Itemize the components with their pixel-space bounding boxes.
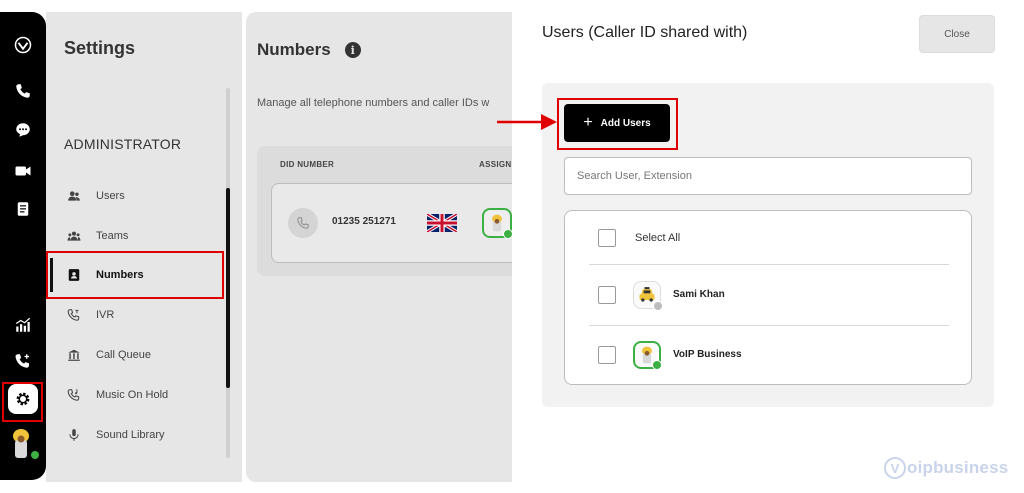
numbers-panel: Numbers i Manage all telephone numbers a… (246, 12, 512, 482)
sidebar-item-call-queue[interactable]: Call Queue (66, 344, 151, 366)
select-all-label: Select All (635, 232, 681, 244)
settings-title: Settings (64, 38, 136, 58)
assignee-avatar[interactable] (482, 208, 512, 239)
teams-icon (66, 228, 82, 244)
did-number: 01235 251271 (332, 216, 396, 227)
app-logo-icon[interactable] (12, 34, 34, 56)
chat-icon[interactable] (12, 119, 34, 141)
numbers-table: DID NUMBER ASSIGN 01235 251271 (257, 146, 512, 276)
select-all-row[interactable]: Select All (565, 211, 973, 267)
list-item[interactable]: VoIP Business (565, 328, 973, 384)
online-status-dot (503, 229, 512, 239)
active-indicator (50, 258, 53, 292)
select-all-checkbox[interactable] (598, 229, 616, 247)
microphone-icon (66, 427, 82, 443)
sidebar-item-teams[interactable]: Teams (66, 225, 128, 247)
sidebar-scrollbar[interactable] (226, 88, 230, 458)
call-queue-icon (66, 347, 82, 363)
online-status-dot (652, 360, 662, 370)
caller-id-users-drawer: Users (Caller ID shared with) Close + Ad… (512, 0, 1024, 493)
info-icon[interactable]: i (344, 42, 361, 58)
watermark-text: oipbusiness (907, 458, 1009, 477)
phone-icon[interactable] (12, 80, 34, 102)
list-divider (589, 325, 949, 326)
scrollbar-thumb[interactable] (226, 188, 230, 388)
annotation-arrow-icon (497, 114, 557, 130)
sidebar-item-label: Teams (96, 230, 129, 242)
user-name: VoIP Business (673, 349, 742, 360)
contact-card-icon (66, 267, 82, 283)
search-input[interactable] (564, 157, 972, 195)
plus-icon: + (583, 114, 593, 131)
sidebar-item-label: Sound Library (96, 429, 165, 441)
close-button[interactable]: Close (919, 15, 995, 53)
user-avatar (633, 341, 662, 370)
users-icon (66, 188, 82, 204)
user-avatar (633, 281, 663, 311)
sidebar-item-sound-library[interactable]: Sound Library (66, 424, 165, 446)
add-users-label: Add Users (600, 117, 651, 129)
notes-icon[interactable] (12, 198, 34, 220)
gear-icon (16, 392, 30, 406)
sidebar-item-label: Call Queue (96, 349, 152, 361)
user-checkbox[interactable] (598, 286, 616, 304)
table-row[interactable]: 01235 251271 (271, 183, 512, 263)
brand-watermark: V oipbusiness (884, 457, 1008, 479)
administrator-section-label: ADMINISTRATOR (64, 136, 182, 152)
settings-sidebar: Settings ADMINISTRATOR Users Teams Numbe… (46, 12, 242, 482)
online-status-dot (30, 450, 40, 460)
sidebar-item-label: IVR (96, 309, 115, 321)
add-call-icon[interactable] (12, 350, 34, 372)
sidebar-item-label: Music On Hold (96, 389, 169, 401)
ivr-icon (66, 307, 82, 323)
sidebar-item-numbers[interactable]: Numbers (66, 264, 144, 286)
page-title: Numbers i (257, 40, 361, 60)
video-icon[interactable] (12, 160, 34, 182)
column-header-did: DID NUMBER (280, 160, 335, 169)
sidebar-item-label: Numbers (96, 269, 144, 281)
icon-rail (0, 12, 46, 480)
analytics-icon[interactable] (12, 314, 34, 336)
drawer-title: Users (Caller ID shared with) (542, 24, 748, 41)
sidebar-item-label: Users (96, 190, 125, 202)
music-on-hold-icon (66, 387, 82, 403)
phone-icon (288, 208, 318, 238)
sidebar-item-users[interactable]: Users (66, 185, 125, 207)
column-header-assign: ASSIGN (479, 160, 512, 169)
voip-logo-icon: V (884, 457, 906, 479)
list-item[interactable]: Sami Khan (565, 267, 973, 323)
users-card: + Add Users Select All Sami Khan (542, 83, 994, 407)
sidebar-item-ivr[interactable]: IVR (66, 304, 114, 326)
user-name: Sami Khan (673, 289, 725, 300)
user-list: Select All Sami Khan VoIP Business (564, 210, 972, 385)
settings-gear-button[interactable] (8, 384, 38, 414)
offline-status-dot (653, 301, 663, 311)
numbers-title-text: Numbers (257, 40, 331, 59)
profile-avatar[interactable] (10, 428, 40, 460)
add-users-button[interactable]: + Add Users (564, 104, 670, 142)
app-root: Settings ADMINISTRATOR Users Teams Numbe… (0, 0, 1024, 493)
uk-flag-icon (427, 214, 457, 232)
user-checkbox[interactable] (598, 346, 616, 364)
sidebar-item-music-on-hold[interactable]: Music On Hold (66, 384, 168, 406)
numbers-description: Manage all telephone numbers and caller … (257, 97, 490, 109)
list-divider (589, 264, 949, 265)
